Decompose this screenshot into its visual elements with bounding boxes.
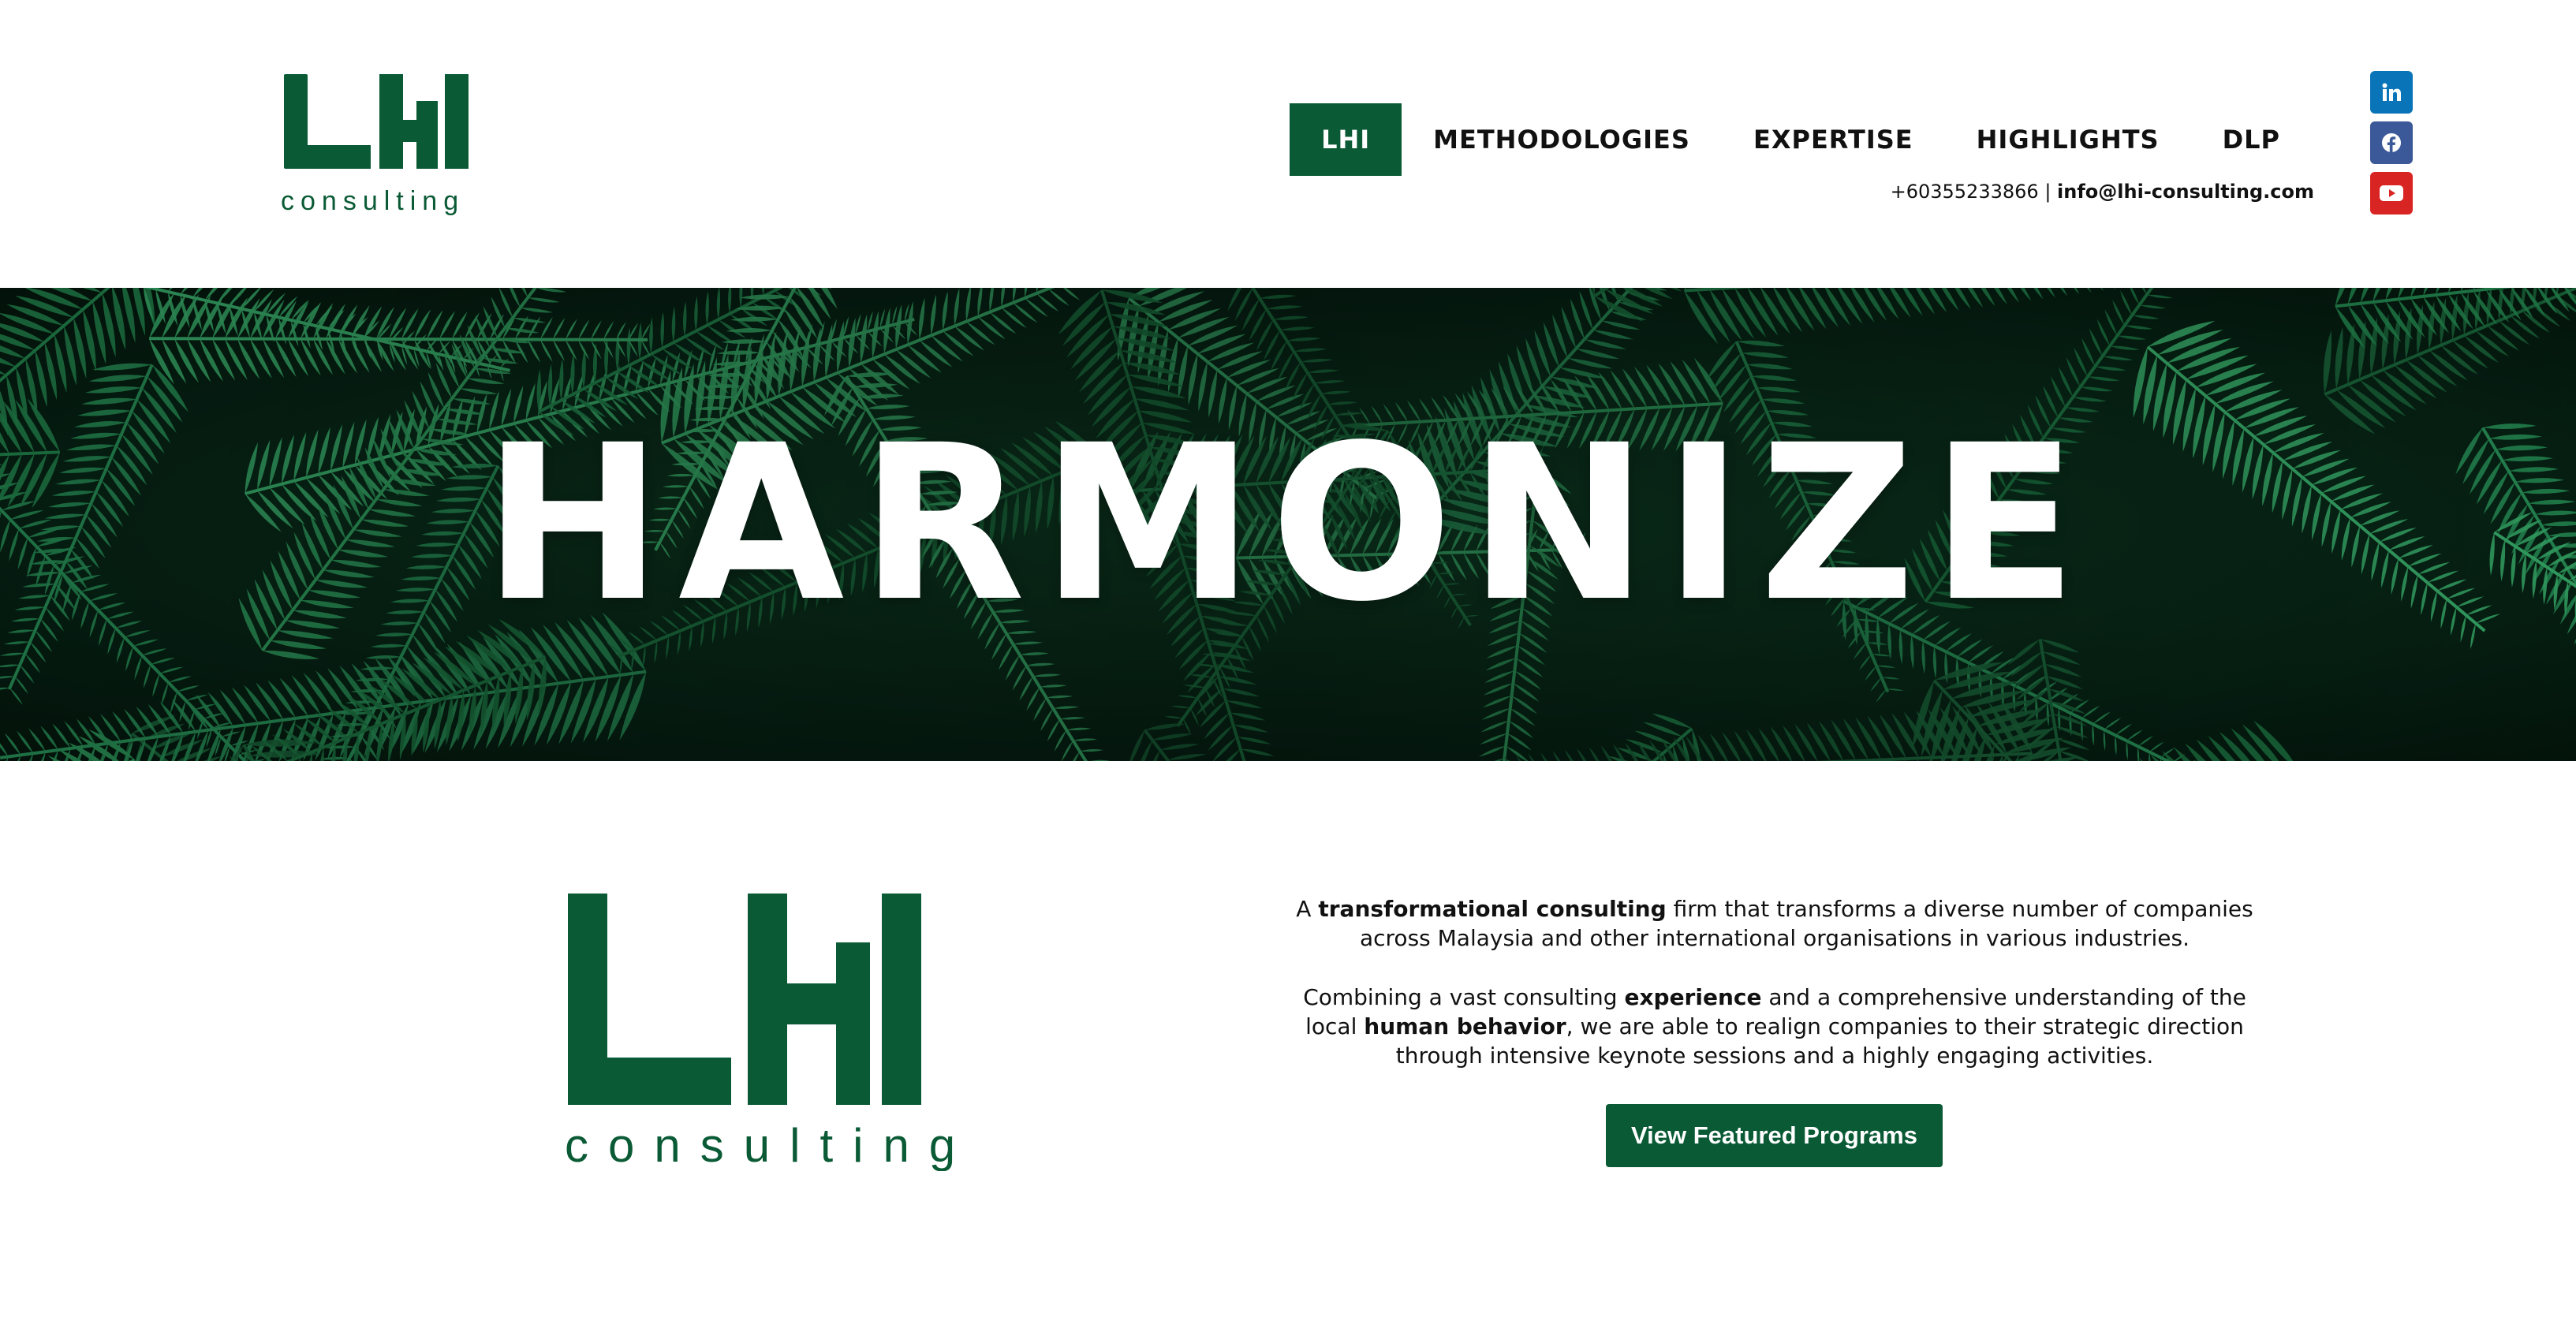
about-logo: consulting (565, 894, 964, 1171)
nav-item-lhi[interactable]: LHI (1290, 103, 1402, 176)
about-paragraph-1: A transformational consulting firm that … (1294, 894, 2256, 953)
about-logo-word: consulting (565, 1119, 964, 1171)
about-description: A transformational consulting firm that … (1294, 894, 2256, 1100)
nav-item-expertise[interactable]: EXPERTISE (1722, 103, 1945, 176)
text-bold: transformational consulting (1318, 896, 1667, 922)
logo[interactable]: consulting (281, 69, 484, 216)
view-featured-programs-button[interactable]: View Featured Programs (1606, 1104, 1943, 1167)
social-links (2370, 71, 2413, 215)
linkedin-icon (2382, 83, 2401, 101)
site-header: consulting LHI METHODOLOGIES EXPERTISE H… (0, 0, 2576, 288)
email-link[interactable]: info@lhi-consulting.com (2057, 181, 2314, 203)
nav-item-highlights[interactable]: HIGHLIGHTS (1945, 103, 2191, 176)
text-bold: human behavior (1364, 1013, 1566, 1039)
youtube-icon (2380, 185, 2403, 201)
logo-word: consulting (281, 186, 465, 216)
about-paragraph-2: Combining a vast consulting experience a… (1294, 983, 2256, 1070)
text-bold: experience (1624, 984, 1762, 1010)
facebook-button[interactable] (2370, 121, 2413, 164)
hero-title: HARMONIZE (483, 400, 2093, 649)
phone-number[interactable]: +60355233866 (1891, 181, 2039, 203)
linkedin-button[interactable] (2370, 71, 2413, 114)
text-fragment: A (1296, 896, 1319, 922)
facebook-icon (2382, 133, 2401, 152)
youtube-button[interactable] (2370, 172, 2413, 215)
hero-banner: HARMONIZE (0, 288, 2576, 761)
contact-info: +60355233866 | info@lhi-consulting.com (1891, 181, 2314, 203)
contact-separator: | (2044, 181, 2051, 203)
nav-item-dlp[interactable]: DLP (2191, 103, 2312, 176)
text-fragment: Combining a vast consulting (1303, 984, 1625, 1010)
main-nav: LHI METHODOLOGIES EXPERTISE HIGHLIGHTS D… (1290, 103, 2312, 176)
nav-item-methodologies[interactable]: METHODOLOGIES (1402, 103, 1722, 176)
